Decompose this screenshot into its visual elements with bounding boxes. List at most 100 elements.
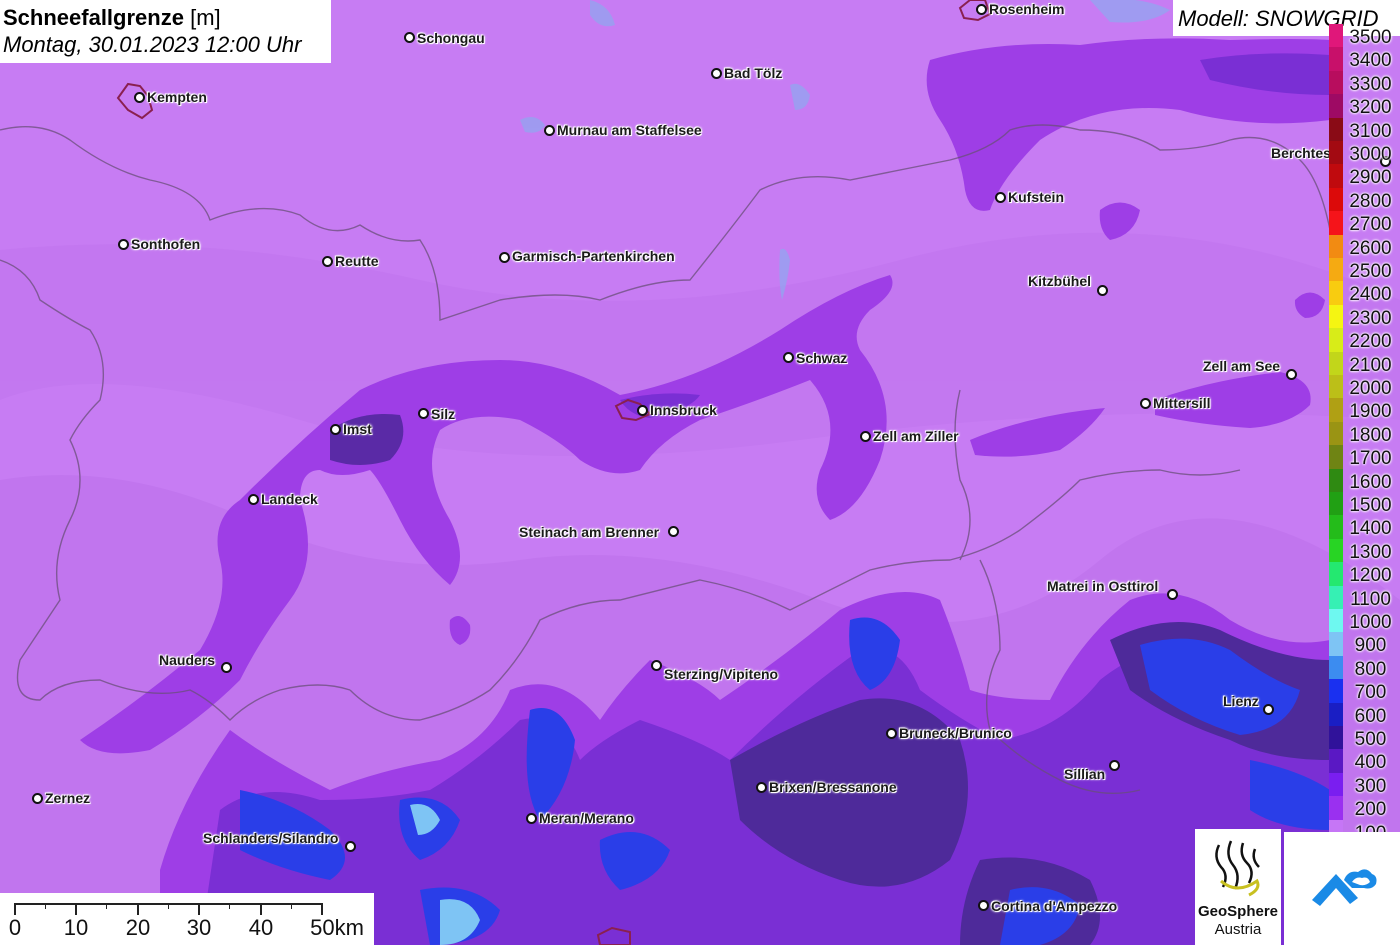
city-marker-sillian[interactable]	[1109, 760, 1120, 771]
city-marker-meran[interactable]	[526, 813, 537, 824]
legend-label: 600	[1354, 705, 1387, 727]
legend-label: 2300	[1349, 307, 1392, 329]
city-marker-cortina[interactable]	[978, 900, 989, 911]
city-marker-lienz[interactable]	[1263, 704, 1274, 715]
city-label-sterzing: Sterzing/Vipiteno	[664, 666, 779, 682]
city-marker-sonthofen[interactable]	[118, 239, 129, 250]
geosphere-logo[interactable]: GeoSphere Austria	[1195, 829, 1281, 945]
legend-label: 2200	[1349, 331, 1392, 353]
city-marker-murnau[interactable]	[544, 125, 555, 136]
legend-swatch	[1329, 141, 1343, 165]
city-marker-zernez[interactable]	[32, 793, 43, 804]
city-marker-bad-toelz[interactable]	[711, 68, 722, 79]
city-marker-imst[interactable]	[330, 424, 341, 435]
city-marker-bruneck[interactable]	[886, 728, 897, 739]
snowgrid-logo[interactable]	[1284, 832, 1400, 945]
city-label-bruneck: Bruneck/Brunico	[899, 725, 1012, 741]
legend-row: 1500	[1329, 492, 1400, 516]
city-marker-matrei[interactable]	[1167, 589, 1178, 600]
legend-label: 500	[1354, 729, 1387, 750]
legend-label: 2700	[1349, 214, 1392, 236]
legend-row: 1100	[1329, 585, 1400, 610]
scale-label-50km: 50km	[310, 915, 364, 940]
legend-label: 3000	[1349, 144, 1392, 165]
legend-label: 1600	[1349, 471, 1392, 493]
legend-row: 2900	[1329, 164, 1400, 188]
scale-bar: 0 10 20 30 40 50km	[0, 893, 374, 945]
city-marker-innsbruck[interactable]	[637, 405, 648, 416]
legend-row: 3100	[1329, 117, 1400, 142]
legend-row: 300	[1329, 772, 1400, 797]
city-label-berchtesgaden: Berchtes	[1271, 145, 1331, 161]
legend-swatch	[1329, 281, 1343, 305]
city-label-schlanders: Schlanders/Silandro	[203, 830, 339, 846]
scale-label-40: 40	[248, 915, 274, 940]
city-marker-sterzing[interactable]	[651, 660, 662, 671]
city-marker-schongau[interactable]	[404, 32, 415, 43]
city-marker-landeck[interactable]	[248, 494, 259, 505]
city-label-steinach: Steinach am Brenner	[519, 524, 660, 540]
city-label-bad-toelz: Bad Tölz	[724, 65, 783, 81]
city-marker-rosenheim[interactable]	[976, 4, 987, 15]
legend-label: 2500	[1349, 261, 1392, 282]
legend-row: 2600	[1329, 234, 1400, 259]
legend-swatch	[1329, 421, 1343, 446]
legend-swatch	[1329, 70, 1343, 95]
city-marker-reutte[interactable]	[322, 256, 333, 267]
legend-label: 1800	[1349, 424, 1392, 446]
city-label-brixen: Brixen/Bressanone	[769, 779, 897, 795]
city-marker-kempten[interactable]	[134, 92, 145, 103]
legend-row: 700	[1329, 679, 1400, 703]
legend-row: 1400	[1329, 515, 1400, 539]
city-marker-brixen[interactable]	[756, 782, 767, 793]
city-marker-steinach[interactable]	[668, 526, 679, 537]
legend-swatch	[1329, 632, 1343, 656]
legend-row: 800	[1329, 655, 1400, 680]
legend-swatch	[1329, 375, 1343, 399]
city-label-silz: Silz	[431, 406, 456, 422]
legend-swatch	[1329, 24, 1343, 48]
legend-swatch	[1329, 515, 1343, 539]
legend-swatch	[1329, 585, 1343, 609]
map-canvas[interactable]	[0, 0, 1400, 945]
legend-row: 3000	[1329, 141, 1400, 165]
legend-swatch	[1329, 445, 1343, 469]
legend-label: 1000	[1349, 612, 1392, 633]
legend-label: 1500	[1349, 495, 1392, 516]
city-marker-garmisch[interactable]	[499, 252, 510, 263]
city-marker-schwaz[interactable]	[783, 352, 794, 363]
legend-label: 1700	[1349, 448, 1392, 470]
scale-minor-tick	[229, 903, 230, 909]
city-marker-zell-am-see[interactable]	[1286, 369, 1297, 380]
legend-swatch	[1329, 304, 1343, 329]
scale-tick	[198, 903, 200, 915]
city-marker-mittersill[interactable]	[1140, 398, 1151, 409]
city-marker-schlanders[interactable]	[345, 841, 356, 852]
legend-label: 2600	[1349, 237, 1392, 259]
city-label-murnau: Murnau am Staffelsee	[557, 122, 702, 138]
city-marker-silz[interactable]	[418, 408, 429, 419]
legend-swatch	[1329, 164, 1343, 188]
city-marker-nauders[interactable]	[221, 662, 232, 673]
legend-label: 400	[1354, 752, 1387, 774]
legend-row: 1900	[1329, 398, 1400, 423]
legend-label: 1900	[1349, 401, 1392, 423]
city-marker-zell-am-ziller[interactable]	[860, 431, 871, 442]
legend-label: 900	[1354, 635, 1387, 657]
legend-row: 2800	[1329, 187, 1400, 212]
legend-swatch	[1329, 351, 1343, 375]
title-box: Schneefallgrenze [m] Montag, 30.01.2023 …	[0, 0, 331, 63]
city-marker-kitzbuehel[interactable]	[1097, 285, 1108, 296]
geosphere-swirl-icon	[1215, 840, 1260, 897]
legend-row: 1600	[1329, 468, 1400, 493]
city-label-garmisch: Garmisch-Partenkirchen	[512, 248, 675, 264]
legend-label: 800	[1354, 658, 1387, 680]
city-label-nauders: Nauders	[159, 652, 216, 668]
legend-swatch	[1329, 187, 1343, 212]
city-marker-kufstein[interactable]	[995, 192, 1006, 203]
legend-row: 1300	[1329, 538, 1400, 563]
legend-label: 2100	[1349, 354, 1392, 376]
scale-tick	[321, 903, 323, 915]
city-label-sonthofen: Sonthofen	[131, 236, 201, 252]
city-label-reutte: Reutte	[335, 253, 379, 269]
